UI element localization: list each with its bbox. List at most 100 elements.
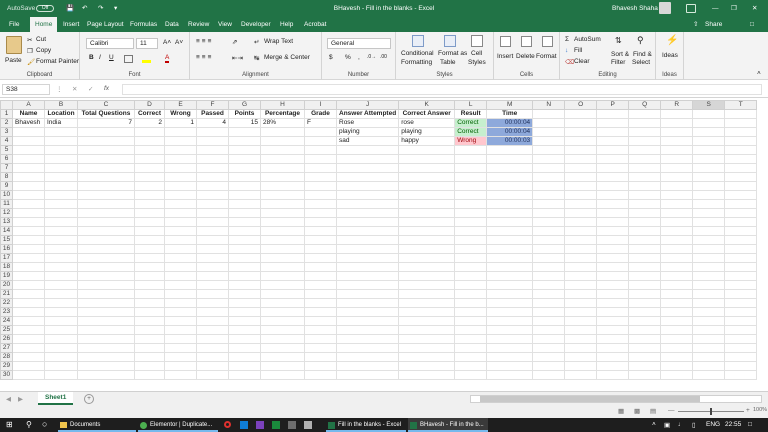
cell[interactable] — [660, 163, 694, 173]
cell[interactable] — [628, 190, 662, 200]
cell[interactable] — [134, 343, 165, 353]
horizontal-scrollbar-thumb[interactable] — [480, 396, 700, 402]
cell[interactable] — [228, 217, 261, 227]
cell[interactable] — [596, 370, 630, 380]
cell[interactable] — [77, 307, 135, 317]
sheet-tab-sheet1[interactable]: Sheet1 — [38, 392, 74, 405]
cell[interactable] — [596, 280, 630, 290]
cell[interactable] — [486, 154, 534, 164]
row-header[interactable]: 9 — [0, 181, 13, 191]
cell[interactable] — [77, 361, 135, 371]
cell[interactable] — [228, 253, 261, 263]
cell[interactable] — [532, 334, 566, 344]
cell[interactable] — [692, 289, 726, 299]
cell[interactable] — [628, 253, 662, 263]
cell[interactable] — [692, 325, 726, 335]
cell-correct-answer[interactable]: playing — [398, 127, 456, 137]
cell[interactable] — [164, 361, 197, 371]
cell-grade[interactable]: F — [304, 118, 337, 128]
cell[interactable] — [398, 316, 456, 326]
cell[interactable] — [660, 334, 694, 344]
cell[interactable] — [532, 280, 566, 290]
cell[interactable] — [692, 226, 726, 236]
row-header[interactable]: 24 — [0, 316, 13, 326]
number-format-select[interactable]: General — [327, 38, 391, 49]
cell[interactable] — [260, 370, 305, 380]
cell[interactable] — [532, 145, 566, 155]
cell[interactable] — [335, 298, 400, 308]
autosum-icon[interactable]: Σ — [565, 36, 569, 43]
align-left-icon[interactable]: ≡≡≡ — [196, 54, 213, 61]
confirm-entry-icon[interactable]: ✓ — [88, 85, 93, 93]
cell[interactable] — [228, 235, 261, 245]
cell[interactable] — [532, 370, 566, 380]
cell[interactable] — [228, 334, 261, 344]
cell[interactable] — [44, 226, 78, 236]
cell[interactable] — [628, 244, 662, 254]
cell[interactable] — [532, 235, 566, 245]
cell[interactable] — [44, 154, 78, 164]
cell[interactable] — [12, 136, 45, 146]
cell[interactable] — [77, 262, 135, 272]
row-header[interactable]: 7 — [0, 163, 13, 173]
column-header-s[interactable]: S — [692, 100, 726, 110]
cell[interactable] — [335, 361, 400, 371]
cell[interactable] — [77, 370, 135, 380]
cell[interactable] — [660, 271, 694, 281]
cell[interactable] — [77, 280, 135, 290]
cell[interactable] — [134, 307, 165, 317]
cell[interactable] — [335, 352, 400, 362]
cell[interactable] — [228, 127, 261, 137]
cell[interactable] — [304, 343, 337, 353]
comma-button[interactable]: , — [358, 54, 360, 61]
cell[interactable] — [304, 226, 337, 236]
cell[interactable] — [532, 325, 566, 335]
cell[interactable] — [335, 271, 400, 281]
cell[interactable] — [692, 163, 726, 173]
cell[interactable] — [260, 226, 305, 236]
cell[interactable] — [564, 334, 598, 344]
row-header[interactable]: 14 — [0, 226, 13, 236]
orientation-icon[interactable]: ⇗ — [232, 38, 237, 46]
cell-time[interactable]: 00:00:03 — [486, 136, 534, 146]
cell[interactable] — [564, 217, 598, 227]
tab-data[interactable]: Data — [160, 17, 184, 32]
cell[interactable] — [532, 244, 566, 254]
tab-acrobat[interactable]: Acrobat — [299, 17, 331, 32]
cell[interactable] — [260, 271, 305, 281]
cell[interactable] — [454, 280, 488, 290]
cell[interactable] — [596, 334, 630, 344]
cell[interactable] — [228, 289, 261, 299]
cell[interactable] — [454, 334, 488, 344]
autosum-button[interactable]: AutoSum — [574, 36, 601, 43]
cell[interactable] — [335, 325, 400, 335]
cell[interactable] — [724, 235, 758, 245]
cell[interactable] — [44, 190, 78, 200]
cell[interactable] — [260, 253, 305, 263]
cell-styles-label-2[interactable]: Styles — [468, 59, 486, 66]
cell[interactable] — [260, 190, 305, 200]
cell[interactable] — [628, 298, 662, 308]
cell[interactable] — [596, 262, 630, 272]
cell[interactable] — [454, 361, 488, 371]
cell[interactable] — [134, 181, 165, 191]
percent-button[interactable]: % — [345, 54, 351, 61]
cell[interactable] — [134, 127, 165, 137]
cell[interactable] — [596, 109, 630, 119]
page-layout-view-icon[interactable]: ▩ — [634, 407, 640, 415]
cell-header-passed[interactable]: Passed — [196, 109, 229, 119]
cell[interactable] — [628, 352, 662, 362]
cell[interactable] — [564, 343, 598, 353]
cell[interactable] — [260, 235, 305, 245]
cell[interactable] — [164, 190, 197, 200]
column-header-g[interactable]: G — [228, 100, 261, 110]
cell[interactable] — [164, 352, 197, 362]
cell[interactable] — [724, 334, 758, 344]
autosave-toggle[interactable]: Off — [36, 5, 54, 12]
cell[interactable] — [724, 208, 758, 218]
cell[interactable] — [304, 190, 337, 200]
cell[interactable] — [628, 334, 662, 344]
clear-button[interactable]: Clear — [574, 58, 590, 65]
cell[interactable] — [44, 370, 78, 380]
cell[interactable] — [628, 325, 662, 335]
